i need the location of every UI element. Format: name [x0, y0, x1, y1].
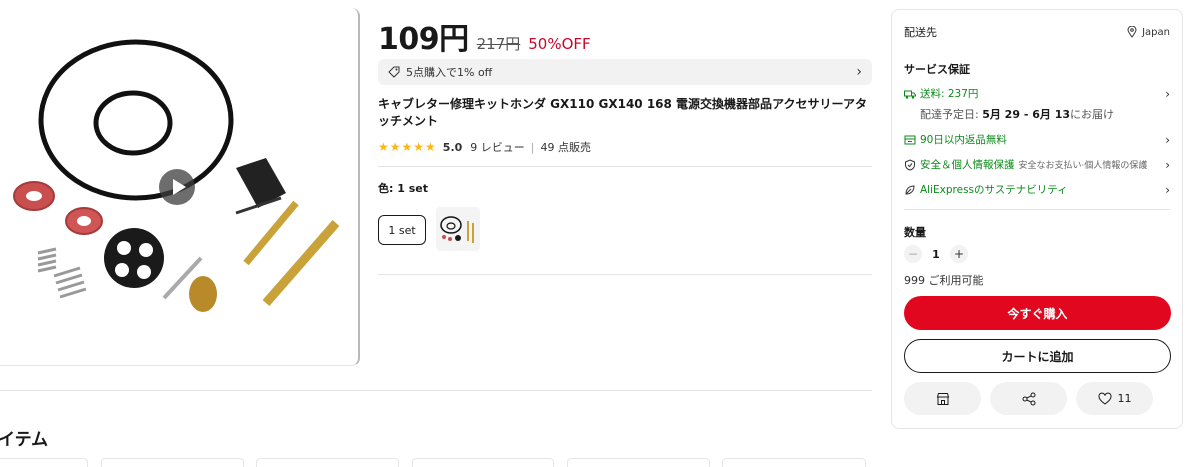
price-row: 109円 217円 50%OFF [378, 14, 872, 57]
sustainability-row[interactable]: AliExpressのサステナビリティ › [904, 182, 1170, 197]
divider [378, 166, 872, 167]
wishlist-count: 11 [1117, 392, 1132, 405]
discount-badge: 50%OFF [528, 35, 591, 53]
divider [378, 274, 872, 275]
item-card[interactable] [101, 458, 244, 467]
ship-to-location[interactable]: Japan [1127, 24, 1170, 40]
rating-score: 5.0 [442, 140, 463, 154]
product-info: 109円 217円 50%OFF 5点購入で1% off › キャブレター修理キ… [378, 14, 872, 275]
buy-now-button[interactable]: 今すぐ購入 [904, 296, 1171, 330]
add-to-cart-button[interactable]: カートに追加 [904, 339, 1171, 373]
item-card[interactable] [412, 458, 554, 467]
leaf-icon [905, 184, 915, 195]
promo-text: 5点購入で1% off [406, 66, 493, 79]
decrease-quantity-button[interactable]: − [904, 245, 922, 263]
variant-option-image[interactable] [436, 207, 480, 251]
return-box-icon [904, 135, 916, 144]
delivery-suffix: にお届け [1070, 108, 1115, 121]
purchase-panel: 配送先 Japan サービス保証 送料: 237円 › 配達予定日: 5月 29… [891, 9, 1183, 429]
quantity-label: 数量 [904, 226, 926, 239]
service-guarantee-heading: サービス保証 [904, 63, 970, 76]
product-image[interactable] [0, 8, 360, 366]
item-card[interactable] [567, 458, 710, 467]
sold-count: 49 点販売 [540, 141, 592, 154]
color-label: 色: 1 set [378, 182, 428, 195]
variant-option-text[interactable]: 1 set [378, 215, 426, 245]
item-card[interactable] [256, 458, 399, 467]
item-card[interactable] [0, 458, 88, 467]
available-stock: 999 ご利用可能 [904, 274, 984, 287]
product-title: キャブレター修理キットホンダ GX110 GX140 168 電源交換機器部品ア… [378, 97, 867, 128]
chevron-right-icon: › [1165, 86, 1170, 101]
ship-to-row[interactable]: 配送先 Japan [904, 24, 1170, 40]
shipping-fee-row[interactable]: 送料: 237円 › [904, 86, 1170, 101]
divider [0, 390, 872, 391]
chevron-right-icon: › [1165, 182, 1170, 197]
current-price: 109円 [378, 22, 469, 57]
chevron-right-icon: › [1165, 157, 1170, 172]
quantity-value[interactable]: 1 [922, 248, 950, 261]
star-rating-icon: ★★★★★ [378, 140, 437, 154]
quantity-stepper: − 1 + [904, 245, 968, 263]
rating-row[interactable]: ★★★★★ 5.0 9 レビュー | 49 点販売 [378, 139, 591, 155]
sustainability-link: AliExpressのサステナビリティ [920, 184, 1068, 196]
location-pin-icon [1127, 26, 1137, 38]
free-returns-row[interactable]: 90日以内返品無料 › [904, 132, 1170, 147]
tag-icon [388, 66, 400, 78]
wishlist-button[interactable]: 11 [1076, 382, 1153, 415]
chevron-right-icon: › [856, 64, 862, 80]
divider [904, 209, 1170, 210]
shipping-fee: 送料: 237円 [920, 88, 979, 100]
variant-thumbnail [440, 216, 474, 243]
free-returns: 90日以内返品無料 [920, 134, 1007, 146]
shield-icon [905, 158, 915, 171]
security-subtext: 安全なお支払い·個人情報の保護 [1018, 161, 1148, 171]
bulk-discount-banner[interactable]: 5点購入で1% off › [378, 59, 872, 85]
delivery-prefix: 配達予定日: [920, 108, 983, 121]
share-button[interactable] [990, 382, 1067, 415]
truck-icon [904, 90, 916, 99]
security-label: 安全＆個人情報保護 [920, 159, 1015, 171]
play-video-button[interactable] [159, 169, 195, 205]
share-icon [1022, 392, 1035, 405]
heart-icon [1097, 392, 1112, 405]
ship-to-label: 配送先 [904, 26, 937, 39]
review-count: 9 レビュー [470, 141, 525, 154]
store-button[interactable] [904, 382, 981, 415]
section-title: イテム [0, 430, 49, 450]
delivery-dates: 5月 29 - 6月 13 [982, 108, 1071, 121]
store-icon [936, 392, 949, 405]
item-card[interactable] [722, 458, 866, 467]
separator: | [530, 140, 535, 154]
security-row[interactable]: 安全＆個人情報保護 安全なお支払い·個人情報の保護 › [904, 157, 1170, 172]
increase-quantity-button[interactable]: + [950, 245, 968, 263]
original-price: 217円 [476, 35, 521, 53]
location-text: Japan [1142, 26, 1170, 38]
chevron-right-icon: › [1165, 132, 1170, 147]
delivery-estimate: 配達予定日: 5月 29 - 6月 13にお届け [920, 106, 1114, 122]
